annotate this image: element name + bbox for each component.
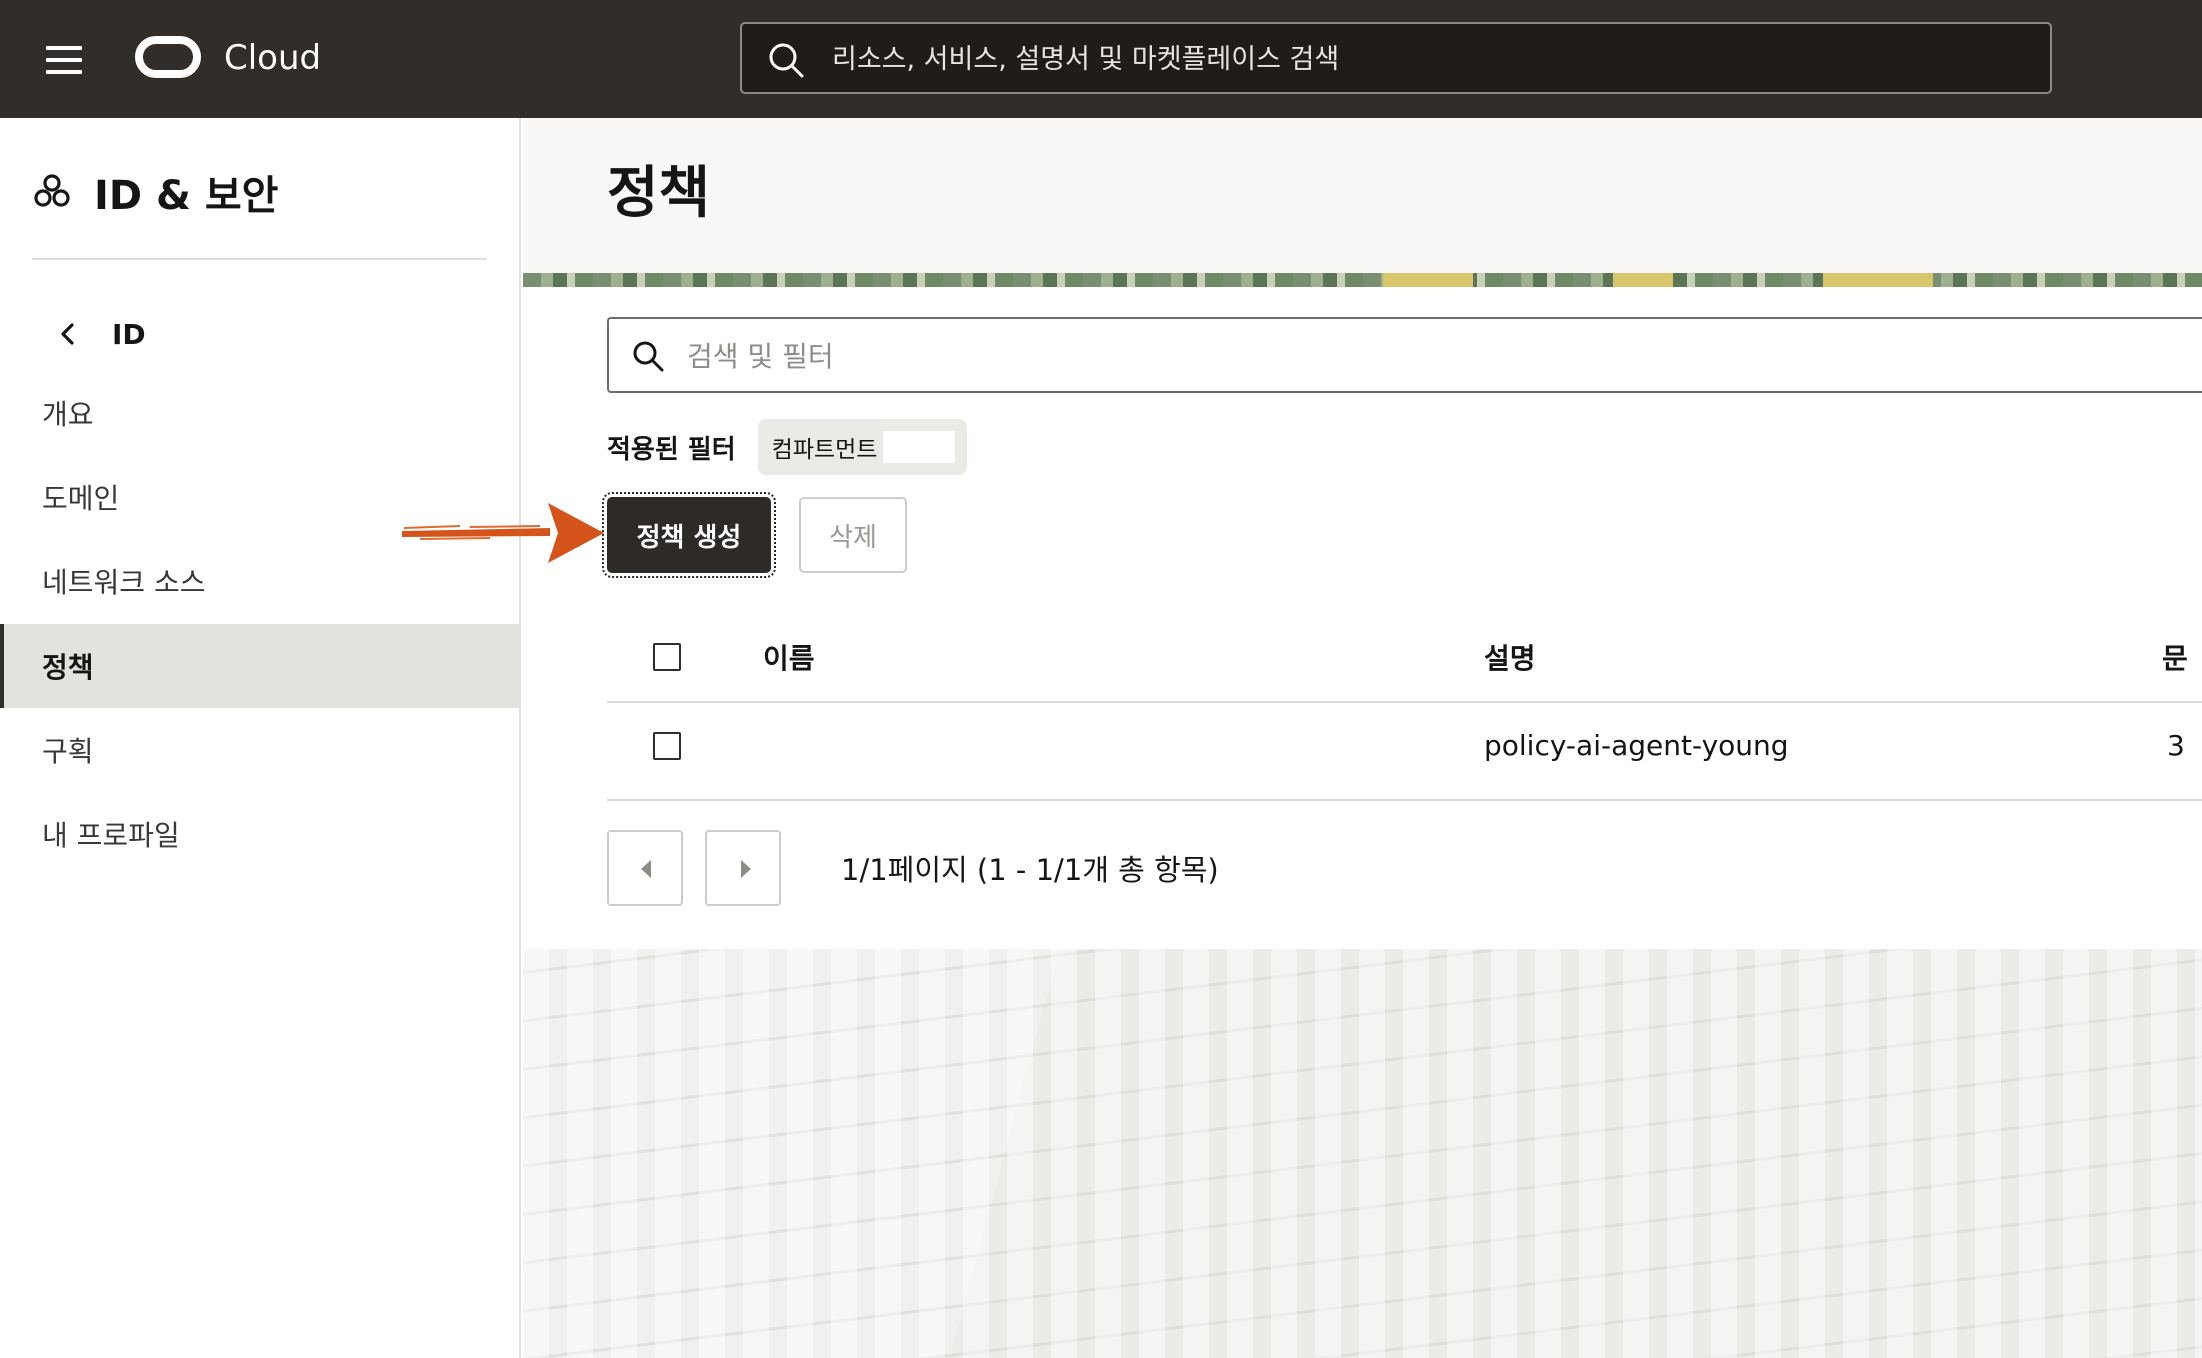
applied-filters-label: 적용된 필터 (607, 434, 736, 465)
top-bar: Cloud (0, 0, 2202, 118)
column-header-statements[interactable]: 문 (2162, 637, 2188, 677)
filter-search-input[interactable] (685, 319, 2089, 393)
delete-button[interactable]: 삭제 (799, 497, 907, 573)
column-header-description[interactable]: 설명 (1484, 637, 1536, 677)
page-title: 정책 (607, 161, 711, 226)
applied-filters: 적용된 필터 컴파트먼트 (607, 419, 968, 475)
identity-security-icon (34, 174, 70, 207)
row-description: policy-ai-agent-young (1484, 729, 1789, 762)
sidebar-item-label: 개요 (42, 398, 94, 431)
select-all-checkbox[interactable] (653, 643, 681, 671)
sidebar-item-my-profile[interactable]: 내 프로파일 (0, 792, 519, 876)
pagination-status: 1/1페이지 (1 - 1/1개 총 항목) (841, 853, 1219, 887)
oracle-logo-icon[interactable] (135, 36, 201, 78)
caret-left-icon (641, 860, 651, 878)
sidebar-item-policies[interactable]: 정책 (0, 624, 519, 708)
filter-chip-value (883, 431, 956, 463)
filter-chip-label: 컴파트먼트 (771, 437, 878, 463)
sidebar-item-label: 네트워크 소스 (42, 566, 206, 599)
sidebar-item-compartments[interactable]: 구획 (0, 708, 519, 792)
search-icon (769, 43, 804, 78)
table-row: policy-ai-agent-young 3 (607, 701, 2202, 801)
sidebar: ID & 보안 ID 개요 도메인 네트워크 소스 정책 구획 내 프로파일 (0, 118, 521, 1358)
previous-page-button[interactable] (607, 830, 683, 906)
sidebar-item-label: 도메인 (42, 482, 120, 515)
brand-name: Cloud (224, 38, 322, 78)
sidebar-item-overview[interactable]: 개요 (0, 371, 519, 455)
policies-panel: 적용된 필터 컴파트먼트 정책 생성 삭제 이름 설명 문 policy-ai-… (523, 287, 2202, 949)
filter-search-box[interactable] (607, 317, 2202, 393)
sidebar-back-link[interactable]: ID (56, 308, 146, 360)
global-search-input[interactable] (830, 24, 2014, 94)
annotation-arrow-icon (402, 503, 604, 563)
caret-right-icon (741, 860, 751, 878)
compartment-filter-chip[interactable]: 컴파트먼트 (757, 419, 968, 475)
decorative-banner (523, 273, 2202, 287)
sidebar-item-label: 구획 (42, 735, 94, 768)
global-search-box[interactable] (740, 22, 2052, 94)
sidebar-item-label: 정책 (42, 651, 94, 684)
hamburger-menu-icon[interactable] (46, 46, 82, 74)
sidebar-back-label: ID (112, 317, 146, 351)
page-header: 정책 (523, 118, 2202, 273)
row-checkbox[interactable] (653, 732, 681, 760)
sidebar-title: ID & 보안 (94, 173, 279, 219)
row-statement-count: 3 (2167, 729, 2185, 762)
chevron-left-icon (61, 323, 74, 345)
next-page-button[interactable] (705, 830, 781, 906)
sidebar-item-label: 내 프로파일 (42, 819, 180, 852)
sidebar-divider (32, 258, 486, 260)
sidebar-header: ID & 보안 (32, 162, 278, 222)
create-policy-button[interactable]: 정책 생성 (602, 492, 776, 578)
background-texture (523, 949, 2202, 1358)
table-header-row: 이름 설명 문 (607, 609, 2202, 703)
search-icon (633, 341, 664, 372)
column-header-name[interactable]: 이름 (763, 637, 815, 677)
